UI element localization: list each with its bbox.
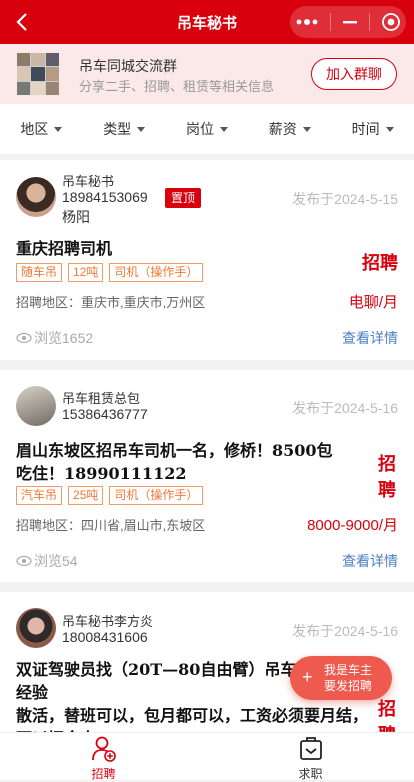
job-title-line: 散活，替班可以，包月都可以，工资必须要月结，	[16, 706, 369, 725]
filter-label: 地区	[20, 121, 49, 137]
job-title: 眉山东坡区招吊车司机一名，修桥！8500包吃住！18990111122	[16, 441, 333, 483]
job-card[interactable]: 吊车秘书 18984153069 置顶 杨阳 发布于2024-5-15 重庆招聘…	[0, 160, 414, 360]
tab-label: 招聘	[91, 767, 116, 781]
join-group-button[interactable]: 加入群聊	[311, 58, 397, 90]
post-date: 发布于2024-5-15	[292, 191, 398, 207]
view-count: 浏览54	[16, 551, 78, 571]
hiring-area: 招聘地区：四川省,眉山市,东坡区	[16, 518, 206, 533]
group-thumbnail	[17, 53, 59, 95]
filter-label: 类型	[103, 121, 132, 137]
view-detail-link[interactable]: 查看详情	[342, 328, 398, 348]
salary: 电聊/月	[348, 294, 398, 311]
fab-line: 我是车主	[324, 663, 373, 677]
poster-name: 吊车秘书	[62, 174, 115, 189]
poster-name: 吊车秘书李方炎	[62, 614, 154, 629]
tag: 随车吊	[16, 263, 63, 282]
poster-location: 杨阳	[62, 209, 90, 225]
job-title-line: 双证驾驶员找（20T—80自由臂）吊车，有	[16, 660, 329, 679]
group-subtitle: 分享二手、招聘、租赁等相关信息	[79, 79, 275, 94]
top-bar: 吊车秘书	[0, 0, 414, 44]
filter-label: 薪资	[268, 121, 297, 137]
job-card[interactable]: 吊车租赁总包 15386436777 发布于2024-5-16 眉山东坡区招吊车…	[0, 370, 414, 582]
tag: 司机（操作手）	[109, 486, 204, 505]
view-detail-link[interactable]: 查看详情	[342, 551, 398, 571]
poster-name: 吊车租赁总包	[62, 391, 141, 406]
tag: 25吨	[68, 486, 104, 505]
tag: 司机（操作手）	[109, 263, 204, 282]
mini-program-capsule	[290, 6, 406, 38]
post-hiring-fab[interactable]: + 我是车主 要发招聘	[290, 656, 392, 700]
avatar	[16, 608, 56, 648]
tab-label: 求职	[298, 767, 323, 781]
poster-phone: 18008431606	[62, 629, 148, 645]
post-date: 发布于2024-5-16	[292, 623, 398, 639]
filter-label: 岗位	[185, 121, 214, 137]
tag: 汽车吊	[16, 486, 63, 505]
job-title-line: 经验	[16, 683, 49, 702]
minimize-icon[interactable]	[341, 20, 359, 24]
eye-icon	[16, 332, 32, 344]
job-kind-label: 招聘	[362, 253, 398, 273]
capsule-divider	[369, 13, 371, 31]
tag-list: 随车吊 12吨 司机（操作手）	[16, 263, 204, 282]
group-title: 吊车同城交流群	[79, 58, 177, 74]
filter-type[interactable]: 类型	[83, 104, 166, 154]
pinned-badge: 置顶	[165, 188, 202, 208]
group-banner[interactable]: 吊车同城交流群 分享二手、招聘、租赁等相关信息 加入群聊	[0, 44, 414, 104]
post-date: 发布于2024-5-16	[292, 400, 398, 416]
caret-down-icon	[302, 126, 311, 132]
filter-position[interactable]: 岗位	[166, 104, 249, 154]
tab-job-seeking[interactable]: 求职	[207, 733, 414, 781]
filter-salary[interactable]: 薪资	[248, 104, 331, 154]
plus-icon: +	[302, 667, 313, 687]
close-target-icon[interactable]	[381, 12, 401, 32]
briefcase-icon	[299, 737, 322, 760]
view-count-text: 浏览1652	[34, 330, 94, 346]
capsule-divider	[329, 13, 331, 31]
eye-icon	[16, 555, 32, 567]
avatar	[16, 177, 56, 217]
fab-label: 我是车主 要发招聘	[324, 662, 372, 694]
fab-line: 要发招聘	[324, 679, 373, 693]
add-person-icon	[91, 736, 116, 762]
avatar	[16, 386, 56, 426]
view-count: 浏览1652	[16, 328, 93, 348]
hiring-area: 招聘地区：重庆市,重庆市,万州区	[16, 295, 206, 310]
job-title: 重庆招聘司机	[16, 239, 113, 258]
caret-down-icon	[54, 126, 63, 132]
filter-bar: 地区 类型 岗位 薪资 时间	[0, 104, 414, 154]
poster-phone: 15386436777	[62, 406, 148, 422]
filter-time[interactable]: 时间	[331, 104, 414, 154]
more-dots-icon[interactable]	[295, 17, 319, 27]
poster-phone: 18984153069	[62, 189, 148, 205]
tab-hiring[interactable]: 招聘	[0, 733, 207, 781]
job-kind-label: 招聘	[378, 454, 396, 500]
caret-down-icon	[219, 126, 228, 132]
caret-down-icon	[137, 126, 146, 132]
caret-down-icon	[385, 126, 394, 132]
filter-label: 时间	[351, 121, 380, 137]
filter-region[interactable]: 地区	[0, 104, 83, 154]
bottom-tab-bar: 招聘 求职	[0, 732, 414, 781]
tag-list: 汽车吊 25吨 司机（操作手）	[16, 486, 204, 505]
tag: 12吨	[68, 263, 104, 282]
view-count-text: 浏览54	[34, 553, 78, 569]
salary: 8000-9000/月	[307, 517, 398, 534]
